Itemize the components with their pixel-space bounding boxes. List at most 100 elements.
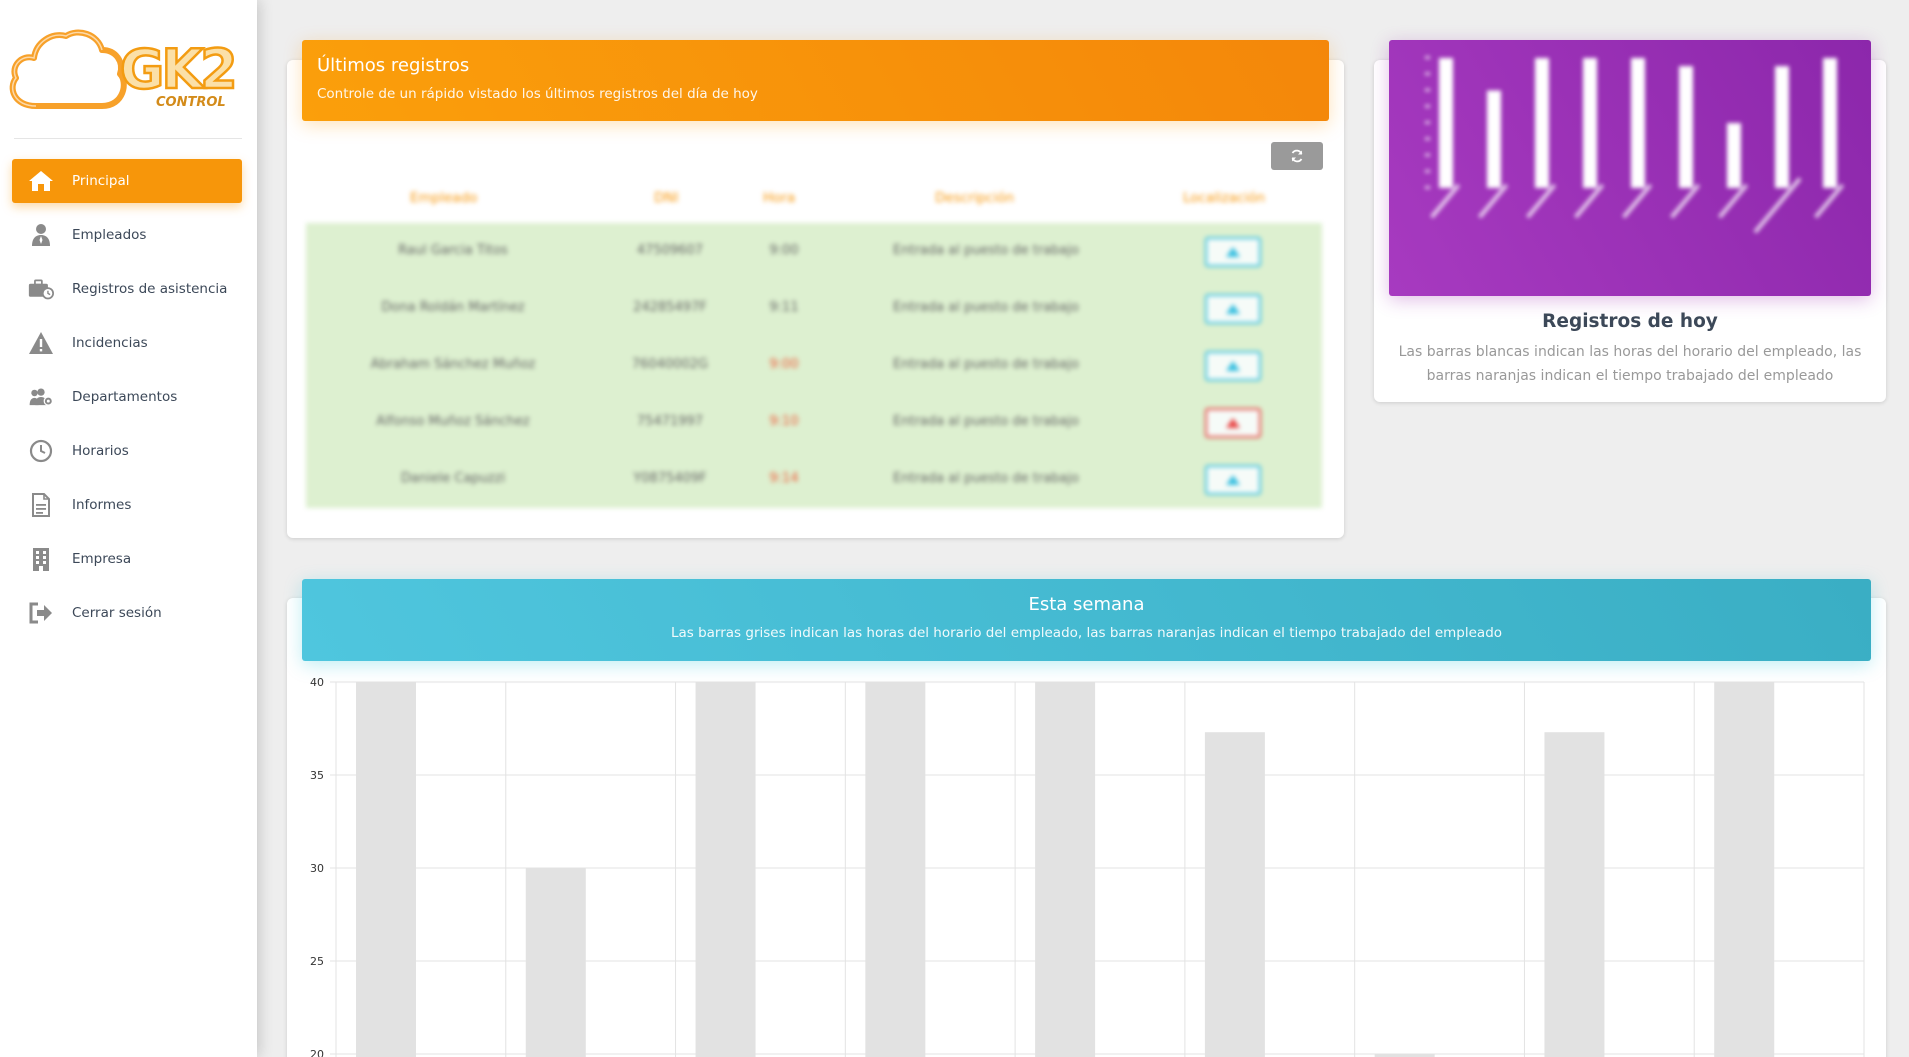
cell-employee: Abraham Sánchez Muñoz: [370, 357, 536, 372]
today-x-label: [1622, 183, 1653, 219]
cell-employee: Daniele Capuzzi: [400, 471, 506, 486]
today-y-tick: [1425, 169, 1430, 173]
today-bar[interactable]: [1727, 123, 1741, 188]
today-y-tick: [1425, 72, 1430, 76]
cloud-logo-icon: GK2 CONTROL: [9, 29, 239, 110]
users-gear-icon: [28, 385, 54, 409]
cell-employee: Dona Roldán Martínez: [381, 300, 525, 315]
records-table-body: Raul Garcia Titos 47509607 9:00 Entrada …: [306, 223, 1322, 508]
sidebar-item-label: Incidencias: [72, 335, 148, 351]
today-y-tick: [1425, 153, 1430, 157]
refresh-button[interactable]: [1271, 142, 1323, 170]
today-x-label: [1430, 183, 1461, 219]
cell-time: 9:11: [769, 300, 799, 315]
logo-subtext: CONTROL: [156, 95, 226, 110]
y-tick-label: 20: [310, 1048, 324, 1057]
sidebar-item-informes[interactable]: Informes: [12, 483, 242, 527]
today-bar-chart: [1425, 56, 1845, 234]
week-bar[interactable]: [1714, 682, 1775, 1057]
location-button[interactable]: [1205, 408, 1261, 438]
logo[interactable]: GK2 CONTROL: [6, 26, 242, 114]
week-bar[interactable]: [865, 682, 926, 1057]
building-icon: [28, 547, 54, 571]
cell-dni: 24285497F: [633, 300, 707, 315]
today-x-label: [1670, 183, 1701, 219]
week-bar[interactable]: [525, 868, 586, 1057]
column-header-empleado: Empleado: [410, 190, 478, 206]
today-x-label: [1478, 183, 1509, 219]
table-row[interactable]: Daniele Capuzzi Y0875409F 9:14 Entrada a…: [306, 451, 1322, 508]
week-bar[interactable]: [1035, 682, 1096, 1057]
sidebar-item-label: Empresa: [72, 551, 132, 567]
today-y-tick: [1425, 186, 1430, 189]
cell-dni: 47509607: [636, 243, 704, 258]
today-x-label: [1526, 183, 1557, 219]
sidebar-item-label: Registros de asistencia: [72, 281, 228, 297]
table-row[interactable]: Abraham Sánchez Muñoz 76040002G 9:00 Ent…: [306, 337, 1322, 394]
cell-description: Entrada al puesto de trabajo: [893, 243, 1079, 258]
upload-icon: [1226, 361, 1240, 371]
column-header-hora: Hora: [763, 190, 796, 206]
today-y-tick: [1425, 56, 1430, 59]
today-bar[interactable]: [1583, 58, 1597, 188]
sign-out-icon: [28, 601, 54, 625]
today-bar[interactable]: [1439, 58, 1453, 188]
sidebar-item-departamentos[interactable]: Departamentos: [12, 375, 242, 419]
week-bar[interactable]: [1204, 732, 1265, 1057]
upload-icon: [1226, 304, 1240, 314]
y-tick-label: 35: [310, 769, 324, 782]
sidebar-nav: Principal Empleados Registros de asisten…: [12, 159, 242, 645]
sidebar-item-registros[interactable]: Registros de asistencia: [12, 267, 242, 311]
column-header-dni: DNI: [654, 190, 679, 206]
today-bar[interactable]: [1823, 58, 1837, 188]
week-bar[interactable]: [1544, 732, 1605, 1057]
warning-icon: [28, 331, 54, 355]
week-bar[interactable]: [356, 682, 416, 1057]
upload-icon: [1226, 475, 1240, 485]
location-button[interactable]: [1205, 237, 1261, 267]
sidebar-item-label: Horarios: [72, 443, 129, 459]
location-button[interactable]: [1205, 351, 1261, 381]
sidebar-item-label: Principal: [72, 173, 130, 189]
today-title: Registros de hoy: [1542, 311, 1718, 332]
sidebar: GK2 CONTROL Principal Empleados Registro…: [0, 0, 257, 1057]
location-button[interactable]: [1205, 294, 1261, 324]
today-y-tick: [1425, 104, 1430, 108]
sidebar-item-label: Empleados: [72, 227, 147, 243]
cell-time: 9:00: [769, 243, 799, 258]
today-bar[interactable]: [1535, 58, 1549, 188]
today-y-tick: [1425, 88, 1430, 92]
sidebar-item-label: Cerrar sesión: [72, 605, 162, 621]
week-title: Esta semana: [1028, 594, 1145, 615]
cell-dni: 75471997: [636, 414, 704, 429]
today-chart-header: [1389, 40, 1871, 296]
today-x-label: [1718, 183, 1749, 219]
week-header: Esta semana Las barras grises indican la…: [302, 579, 1871, 661]
today-bar[interactable]: [1487, 90, 1501, 189]
week-bar[interactable]: [695, 682, 756, 1057]
today-x-label: [1574, 183, 1605, 219]
table-row[interactable]: Dona Roldán Martínez 24285497F 9:11 Entr…: [306, 280, 1322, 337]
sidebar-item-empleados[interactable]: Empleados: [12, 213, 242, 257]
cell-dni: 76040002G: [631, 357, 709, 372]
sidebar-item-incidencias[interactable]: Incidencias: [12, 321, 242, 365]
today-bar[interactable]: [1631, 58, 1645, 188]
sidebar-item-label: Informes: [72, 497, 132, 513]
user-icon: [28, 223, 54, 247]
today-bar[interactable]: [1679, 66, 1693, 188]
sidebar-item-cerrar-sesion[interactable]: Cerrar sesión: [12, 591, 242, 635]
table-row[interactable]: Raul Garcia Titos 47509607 9:00 Entrada …: [306, 223, 1322, 280]
logo-text: GK2: [120, 38, 235, 101]
sidebar-item-empresa[interactable]: Empresa: [12, 537, 242, 581]
location-button[interactable]: [1205, 465, 1261, 495]
today-bar[interactable]: [1775, 66, 1789, 188]
today-y-tick: [1425, 137, 1430, 141]
column-header-localizacion: Localización: [1183, 190, 1266, 206]
document-icon: [28, 493, 54, 517]
sidebar-item-horarios[interactable]: Horarios: [12, 429, 242, 473]
home-icon: [28, 169, 54, 193]
sidebar-item-principal[interactable]: Principal: [12, 159, 242, 203]
cell-description: Entrada al puesto de trabajo: [893, 300, 1079, 315]
last-records-title: Últimos registros: [317, 55, 470, 76]
table-row[interactable]: Alfonso Muñoz Sánchez 75471997 9:10 Entr…: [306, 394, 1322, 451]
